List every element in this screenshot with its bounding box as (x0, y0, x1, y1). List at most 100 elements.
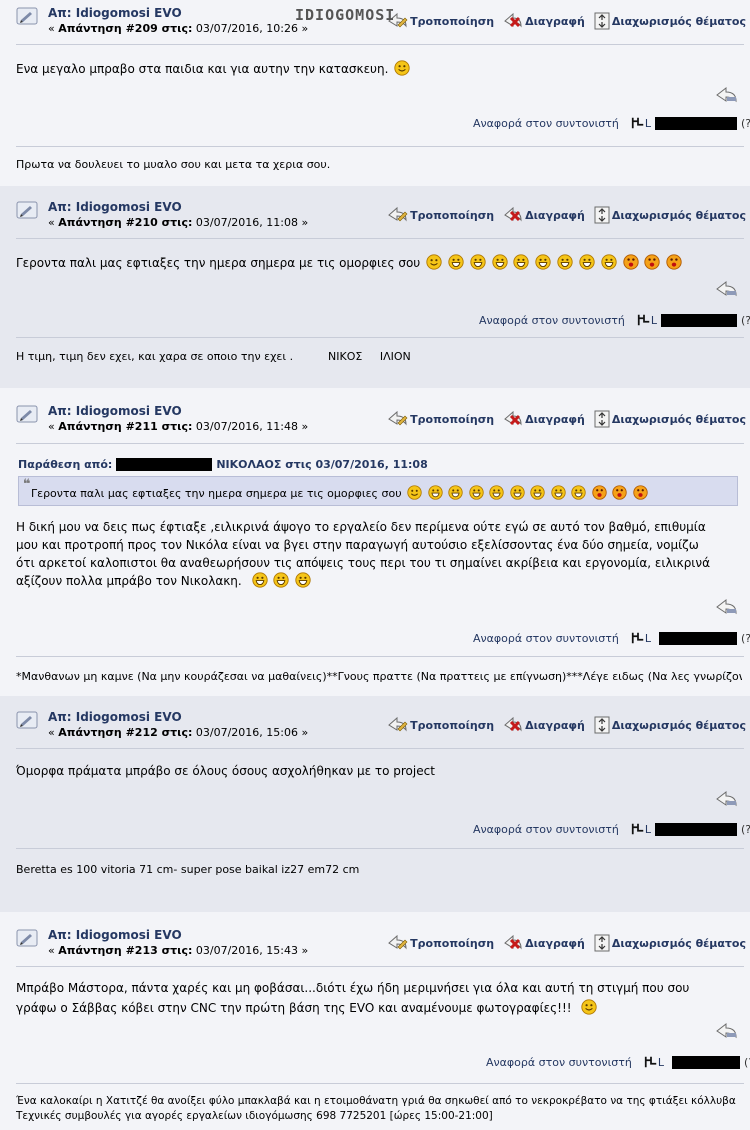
quick-reply-icon[interactable] (716, 1022, 738, 1040)
quote-from-label: Παράθεση από: (18, 458, 113, 471)
modify-icon (388, 206, 408, 224)
smiley-icon (579, 254, 595, 270)
topic-icon (16, 928, 38, 950)
quick-reply-icon[interactable] (716, 86, 738, 104)
signature-line: Ένα καλοκαίρι η Χατιτζέ θα ανοίξει φύλο … (16, 1095, 736, 1107)
smiley-icon (530, 485, 545, 500)
modify-button[interactable]: Τροποποίηση (388, 934, 494, 952)
ip-icon (631, 631, 645, 645)
body-line: αξίζουν πολλα μπράβο τον Νικολακη. (16, 574, 242, 588)
body-line: Η δική μου να δεις πως έφτιαξε ,ειλικριν… (16, 520, 706, 534)
smiley-icon (633, 485, 648, 500)
report-row: Αναφορά στον συντονιστή L (?) (486, 1055, 750, 1069)
smiley-icon (295, 572, 311, 588)
report-to-moderator-link[interactable]: Αναφορά στον συντονιστή (479, 314, 625, 327)
smiley-icon (510, 485, 525, 500)
reply-date: 03/07/2016, 15:06 » (195, 726, 309, 739)
ip-help-link[interactable]: (?) (741, 314, 750, 327)
ip-icon (637, 313, 651, 327)
smiley-icon (273, 572, 289, 588)
modify-button[interactable]: Τροποποίηση (388, 206, 494, 224)
post-body: Μπράβο Μάστορα, πάντα χαρές και μη φοβάσ… (16, 978, 738, 1018)
body-line-last: αξίζουν πολλα μπράβο τον Νικολακη. (16, 572, 738, 590)
post-subject[interactable]: Απ: Idiogomosi EVO (48, 404, 182, 418)
report-to-moderator-link[interactable]: Αναφορά στον συντονιστή (486, 1056, 632, 1069)
post-meta: « Απάντηση #209 στις: 03/07/2016, 10:26 … (48, 22, 308, 35)
ip-help-link[interactable]: (?) (741, 117, 750, 130)
split-topic-button[interactable]: Διαχωρισμός θέματος (594, 410, 746, 428)
delete-button[interactable]: Διαγραφή (503, 12, 585, 30)
modify-button[interactable]: Τροποποίηση (388, 410, 494, 428)
delete-label: Διαγραφή (525, 208, 585, 222)
quick-reply-icon[interactable] (716, 790, 738, 808)
post-header: Απ: Idiogomosi EVO « Απάντηση #211 στις:… (16, 404, 750, 436)
post-subject[interactable]: Απ: Idiogomosi EVO (48, 928, 182, 942)
smiley-icon (666, 254, 682, 270)
smiley-icon (448, 254, 464, 270)
smiley-icon (428, 485, 443, 500)
delete-icon (503, 206, 523, 224)
smiley-icon (469, 485, 484, 500)
delete-button[interactable]: Διαγραφή (503, 716, 585, 734)
split-label: Διαχωρισμός θέματος (611, 718, 746, 732)
report-to-moderator-link[interactable]: Αναφορά στον συντονιστή (473, 632, 619, 645)
divider (16, 748, 744, 749)
divider (16, 656, 744, 657)
ip-help-link[interactable]: (?) (741, 823, 750, 836)
quick-reply-icon[interactable] (716, 598, 738, 616)
post-subject[interactable]: Απ: Idiogomosi EVO (48, 200, 182, 214)
smiley-icon (394, 60, 410, 76)
post-subject[interactable]: Απ: Idiogomosi EVO (48, 710, 182, 724)
post-subject[interactable]: Απ: Idiogomosi EVO (48, 6, 182, 20)
split-topic-button[interactable]: Διαχωρισμός θέματος (594, 716, 746, 734)
ip-prefix: L (657, 1055, 665, 1069)
post-211: Απ: Idiogomosi EVO « Απάντηση #211 στις:… (0, 388, 750, 696)
report-to-moderator-link[interactable]: Αναφορά στον συντονιστή (473, 117, 619, 130)
reply-label: Απάντηση #213 στις: (58, 944, 193, 957)
report-to-moderator-link[interactable]: Αναφορά στον συντονιστή (473, 823, 619, 836)
divider (16, 1083, 744, 1084)
delete-button[interactable]: Διαγραφή (503, 410, 585, 428)
delete-button[interactable]: Διαγραφή (503, 206, 585, 224)
post-header: Απ: Idiogomosi EVO « Απάντηση #210 στις:… (16, 200, 750, 232)
reply-label: Απάντηση #211 στις: (58, 420, 193, 433)
ip-help-link[interactable]: (?) (741, 632, 750, 645)
delete-icon (503, 12, 523, 30)
body-line: γράφω ο Σάββας κόβει στην CNC την πρώτη … (16, 1001, 572, 1015)
split-label: Διαχωρισμός θέματος (611, 412, 746, 426)
body-line: Μπράβο Μάστορα, πάντα χαρές και μη φοβάσ… (16, 981, 690, 995)
report-row: Αναφορά στον συντονιστή L (?) (479, 313, 750, 327)
reply-date: 03/07/2016, 11:48 » (195, 420, 309, 433)
watermark: IDIOGOMOSI (295, 6, 396, 24)
post-212: Απ: Idiogomosi EVO « Απάντηση #212 στις:… (0, 696, 750, 912)
delete-icon (503, 934, 523, 952)
post-213: Απ: Idiogomosi EVO « Απάντηση #213 στις:… (0, 912, 750, 1130)
smiley-icon (612, 485, 627, 500)
reply-date: 03/07/2016, 10:26 » (195, 22, 309, 35)
quote-mark-icon: ❝ (23, 477, 31, 492)
split-topic-button[interactable]: Διαχωρισμός θέματος (594, 12, 746, 30)
quick-reply-icon[interactable] (716, 280, 738, 298)
split-topic-button[interactable]: Διαχωρισμός θέματος (594, 206, 746, 224)
reply-label: Απάντηση #210 στις: (58, 216, 193, 229)
signature: Ένα καλοκαίρι η Χατιτζέ θα ανοίξει φύλο … (16, 1094, 742, 1124)
post-body: Γεροντα παλι μας εφτιαξες την ημερα σημε… (16, 254, 738, 271)
delete-label: Διαγραφή (525, 936, 585, 950)
reply-prefix: « (48, 22, 55, 35)
split-icon (594, 206, 610, 224)
delete-label: Διαγραφή (525, 14, 585, 28)
quote-box: ❝ Γεροντα παλι μας εφτιαξες την ημερα ση… (18, 476, 738, 506)
modify-button[interactable]: Τροποποίηση (388, 716, 494, 734)
smiley-icon (448, 485, 463, 500)
ip-help-link[interactable]: (?) (744, 1056, 750, 1069)
post-body-text: Γεροντα παλι μας εφτιαξες την ημερα σημε… (16, 256, 421, 270)
quote-author-link[interactable]: ΝΙΚΟΛΑΟΣ στις 03/07/2016, 11:08 (216, 458, 427, 471)
split-topic-button[interactable]: Διαχωρισμός θέματος (594, 934, 746, 952)
modify-button[interactable]: Τροποποίηση (388, 12, 494, 30)
post-body-text: Ενα μεγαλο μπραβο στα παιδια και για αυτ… (16, 62, 389, 76)
delete-button[interactable]: Διαγραφή (503, 934, 585, 952)
modify-label: Τροποποίηση (410, 718, 495, 732)
split-label: Διαχωρισμός θέματος (611, 936, 746, 950)
topic-icon (16, 200, 38, 222)
post-body: Η δική μου να δεις πως έφτιαξε ,ειλικριν… (16, 518, 738, 590)
